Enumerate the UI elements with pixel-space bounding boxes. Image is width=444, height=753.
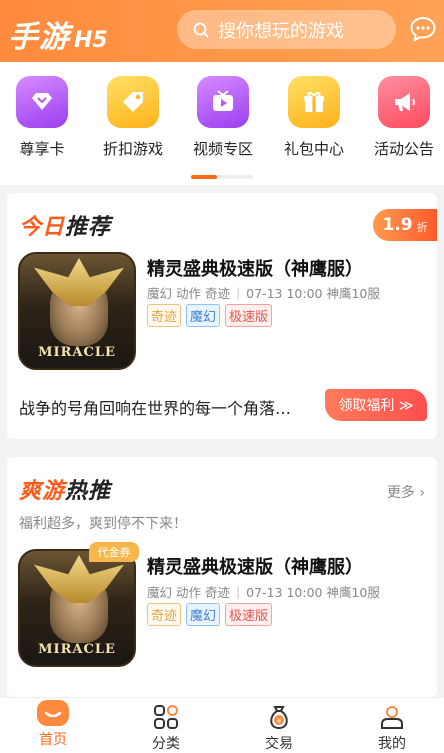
section-title-hot: 爽游热推 — [19, 473, 111, 505]
more-label: 更多 — [386, 485, 415, 501]
discount-badge: 1.9 折 — [373, 209, 437, 241]
carousel-indicator — [191, 175, 253, 179]
game-tag: 魔幻 — [186, 603, 221, 626]
game-meta: 魔幻 动作 奇迹 | 07-13 10:00 神鹰10服 — [147, 582, 380, 601]
meta-divider: | — [235, 285, 241, 300]
game-icon-helm — [34, 258, 124, 306]
game-tag: 极速版 — [225, 304, 273, 327]
game-description: 战争的号角回响在世界的每一个角落… — [19, 399, 292, 418]
game-tag: 奇迹 — [147, 603, 182, 626]
chevron-right-icon: › — [419, 485, 425, 501]
search-placeholder: 搜你想玩的游戏 — [218, 20, 344, 42]
profile-icon — [357, 704, 427, 730]
category-grid-icon — [131, 704, 201, 730]
logo-sub-text: H5 — [74, 28, 108, 53]
meta-divider: | — [235, 584, 241, 599]
game-icon[interactable]: MIRACLE — [18, 549, 136, 667]
game-release-time: 07-13 10:00 神鹰10服 — [246, 286, 380, 301]
quick-nav-gift-center[interactable]: 礼包中心 — [278, 76, 350, 159]
quick-nav-label: 视频专区 — [192, 140, 253, 158]
game-tag: 魔幻 — [186, 304, 221, 327]
svg-text:¥: ¥ — [277, 717, 282, 725]
game-meta: 魔幻 动作 奇迹 | 07-13 10:00 神鹰10服 — [147, 283, 380, 302]
tab-home[interactable]: 首页 — [18, 700, 88, 749]
chat-bubble-icon[interactable] — [409, 15, 437, 43]
tab-label: 我的 — [378, 736, 406, 752]
quick-nav-discount-games[interactable]: 折扣游戏 — [97, 76, 169, 159]
section-title-accent: 爽游 — [19, 479, 66, 504]
discount-tag-icon — [107, 76, 159, 128]
game-icon-caption: MIRACLE — [38, 642, 116, 657]
game-icon[interactable]: MIRACLE — [18, 252, 136, 370]
quick-nav-vip-card[interactable]: 尊享卡 — [6, 76, 78, 159]
quick-nav-label: 礼包中心 — [283, 140, 344, 158]
tab-label: 分类 — [152, 736, 180, 752]
quick-nav-label: 尊享卡 — [19, 140, 65, 158]
voucher-badge: 代金券 — [89, 542, 139, 562]
gift-box-icon — [288, 76, 340, 128]
tab-profile[interactable]: 我的 — [357, 704, 427, 753]
video-play-icon — [197, 76, 249, 128]
search-icon — [193, 22, 209, 37]
section-slogan: 福利超多，爽到停不下来！ — [19, 516, 187, 532]
tab-label: 首页 — [39, 732, 67, 748]
quick-nav-video-zone[interactable]: 视频专区 — [187, 76, 259, 159]
game-icon-caption: MIRACLE — [38, 345, 116, 360]
game-title[interactable]: 精灵盛典极速版（神鹰服） — [147, 255, 363, 281]
game-tags: 奇迹 魔幻 极速版 — [147, 603, 273, 626]
quick-nav-announcements[interactable]: 活动公告 — [368, 76, 440, 159]
logo-main-text: 手游 — [8, 20, 70, 55]
section-title-main: 推荐 — [65, 215, 112, 240]
hot-recommend-card: 爽游热推 更多 › 福利超多，爽到停不下来！ MIRACLE 代金券 精灵盛典极… — [7, 457, 437, 697]
game-release-time: 07-13 10:00 神鹰10服 — [246, 585, 380, 600]
discount-unit: 折 — [416, 221, 428, 234]
search-bar[interactable]: 搜你想玩的游戏 — [177, 10, 396, 49]
bottom-tab-bar: 首页 分类 ¥ 交易 我的 — [0, 697, 444, 753]
section-title-main: 热推 — [65, 479, 112, 504]
discount-value: 1.9 — [382, 215, 413, 235]
app-logo[interactable]: 手游 H5 — [8, 12, 108, 55]
tab-category[interactable]: 分类 — [131, 704, 201, 753]
more-link[interactable]: 更多 › — [387, 482, 425, 502]
top-header: 手游 H5 搜你想玩的游戏 — [0, 0, 444, 62]
game-title[interactable]: 精灵盛典极速版（神鹰服） — [147, 553, 363, 579]
section-title-today: 今日推荐 — [19, 209, 111, 241]
tab-label: 交易 — [265, 736, 293, 752]
trade-money-icon: ¥ — [244, 704, 314, 730]
home-icon — [18, 700, 88, 726]
megaphone-icon — [378, 76, 430, 128]
today-recommend-card: 今日推荐 1.9 折 MIRACLE 精灵盛典极速版（神鹰服） 魔幻 动作 奇迹… — [7, 193, 437, 439]
claim-benefit-button[interactable]: 领取福利 ≫ — [325, 389, 427, 421]
game-tag: 奇迹 — [147, 304, 182, 327]
game-icon-helm — [34, 555, 124, 603]
game-tags: 奇迹 魔幻 极速版 — [147, 304, 273, 327]
quick-nav-label: 折扣游戏 — [102, 140, 163, 158]
vip-card-icon — [16, 76, 68, 128]
section-title-accent: 今日 — [19, 215, 66, 240]
quick-nav-label: 活动公告 — [373, 140, 434, 158]
game-tag: 极速版 — [225, 603, 273, 626]
tab-trade[interactable]: ¥ 交易 — [244, 704, 314, 753]
quick-nav: 尊享卡 折扣游戏 视频专区 礼包中心 活动公告 — [0, 62, 444, 185]
carousel-indicator-active — [191, 175, 217, 179]
game-genres: 魔幻 动作 奇迹 — [147, 286, 230, 301]
game-genres: 魔幻 动作 奇迹 — [147, 585, 230, 600]
